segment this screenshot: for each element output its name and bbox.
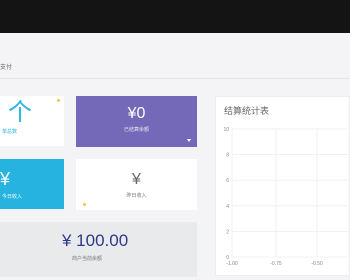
status-dot <box>83 203 86 206</box>
settlement-chart-panel: 结算统计表 10 8 6 4 2 0 -1.00 -0.75 -0.50 <box>215 96 350 276</box>
divider <box>0 78 350 79</box>
y-tick-label: 8 <box>226 153 229 159</box>
y-tick-label: 6 <box>226 178 229 184</box>
y-tick-label: 4 <box>226 204 229 210</box>
top-nav-bar <box>0 0 350 33</box>
y-tick-label: 10 <box>223 127 229 133</box>
account-balance-label: 商户当前余额 <box>72 256 103 262</box>
today-income-icon: ¥ <box>0 169 11 189</box>
settled-amount-card[interactable]: ¥0 已结算余额 <box>76 96 197 147</box>
settled-amount-value: ¥0 <box>127 105 146 122</box>
breadcrumb: 支付 <box>0 65 13 71</box>
today-income-label: 今日收入 <box>2 194 23 200</box>
y-tick-label: 2 <box>226 229 229 235</box>
yesterday-income-label: 昨日收入 <box>126 193 147 199</box>
account-balance-value: ¥ 100.00 <box>62 231 129 250</box>
x-tick-label: -1.00 <box>226 261 238 267</box>
settlement-chart: 1086420-1.00 -0.75 -0.50 <box>223 127 349 267</box>
yesterday-income-value: ¥ <box>132 171 141 188</box>
account-balance-card[interactable]: ¥ 100.00 商户当前余额 <box>0 222 197 277</box>
x-tick-label: -0.75 <box>270 261 282 267</box>
yesterday-income-card[interactable]: ¥ 昨日收入 <box>76 159 197 210</box>
today-income-card[interactable]: ¥ 今日收入 <box>0 159 64 209</box>
status-dot <box>57 99 60 102</box>
x-tick-label: -0.50 <box>311 261 323 267</box>
settled-amount-label: 已结算余额 <box>123 127 149 133</box>
dropdown-arrow-icon[interactable] <box>187 139 191 142</box>
total-orders-icon: 个 <box>8 99 32 126</box>
total-orders-card[interactable]: 个 单总数 <box>0 96 64 146</box>
total-orders-label: 单总数 <box>2 129 18 135</box>
